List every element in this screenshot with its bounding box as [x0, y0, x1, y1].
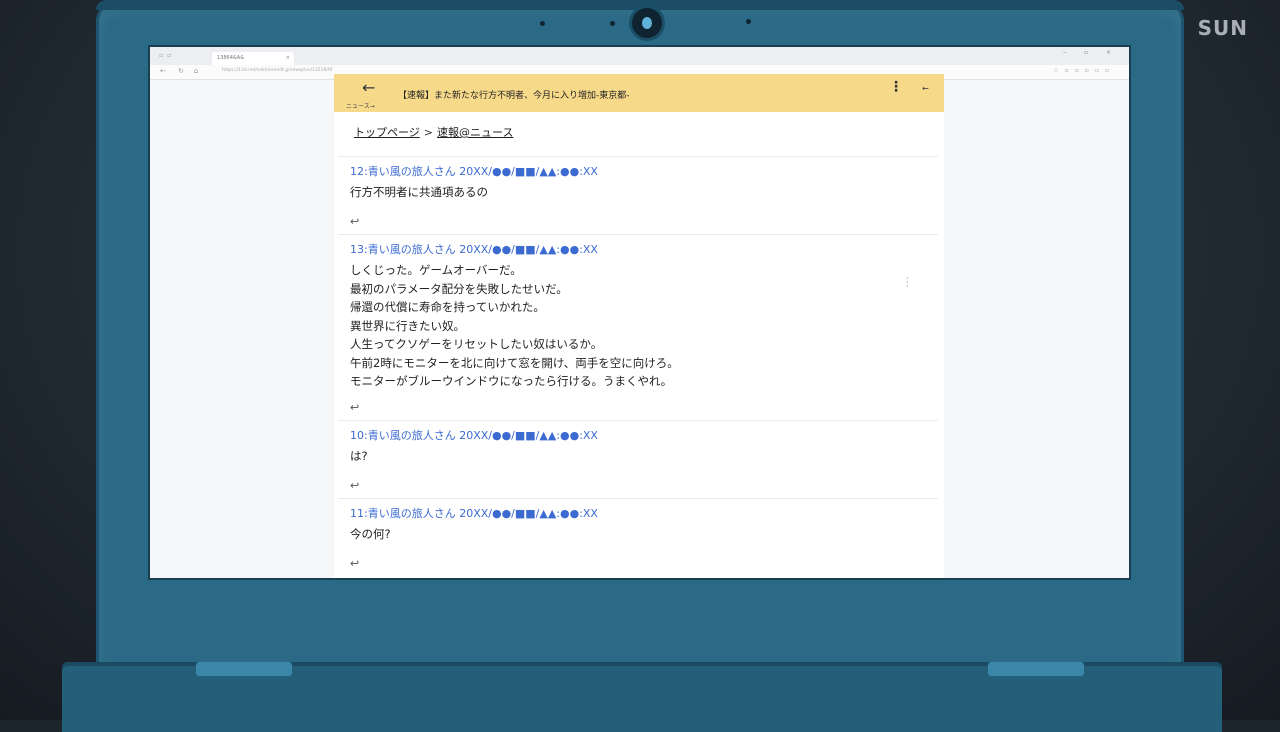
- laptop-screen: ▫▫ 13864&A& × – ▫ × ← ↻ ⌂ https://13d.ne…: [150, 47, 1129, 578]
- webcam-icon: [632, 8, 662, 38]
- background: SUN ▫▫ 13864&A& × – ▫ × ← ↻ ⌂ https://13…: [0, 0, 1280, 732]
- app-header: ← ニュース→ 【速報】また新たな行方不明者、今月に入り増加-東京都- ⋮ ←: [334, 74, 944, 112]
- post-line: 人生ってクソゲーをリセットしたい奴はいるか。: [350, 337, 603, 351]
- back-label[interactable]: ニュース→: [346, 101, 375, 110]
- back-arrow-icon[interactable]: ←: [362, 78, 375, 97]
- post-line: しくじった。ゲームオーバーだ。: [350, 263, 522, 277]
- post-header[interactable]: 13:青い風の旅人さん 20XX/●●/■■/▲▲:●●:XX: [350, 241, 598, 257]
- reload-icon[interactable]: ↻: [178, 67, 184, 75]
- breadcrumb: トップページ > 速報@ニュース: [354, 124, 513, 140]
- post-header[interactable]: 10:青い風の旅人さん 20XX/●●/■■/▲▲:●●:XX: [350, 427, 598, 443]
- breadcrumb-separator: >: [423, 126, 433, 139]
- post-item: 12:青い風の旅人さん 20XX/●●/■■/▲▲:●●:XX 行方不明者に共通…: [338, 156, 938, 236]
- toolbar-extension-icons[interactable]: ☆▫▫▫▫▫: [1053, 67, 1115, 74]
- lid-sensor-dot: [540, 21, 545, 26]
- reply-icon[interactable]: ↩: [350, 215, 359, 228]
- post-body: しくじった。ゲームオーバーだ。 最初のパラメータ配分を失敗したせいだ。 帰還の代…: [350, 261, 679, 391]
- reply-icon[interactable]: ↩: [350, 401, 359, 414]
- home-icon[interactable]: ⌂: [194, 67, 198, 75]
- collapse-arrow-icon[interactable]: ←: [922, 84, 929, 93]
- tab-actions-icons[interactable]: ▫▫: [159, 52, 175, 59]
- post-line: 今の何?: [350, 527, 391, 541]
- post-line: モニターがブルーウインドウになったら行ける。うまくやれ。: [350, 374, 673, 388]
- forum-page: ← ニュース→ 【速報】また新たな行方不明者、今月に入り増加-東京都- ⋮ ← …: [334, 74, 944, 578]
- browser-tab-bar: ▫▫ 13864&A& × – ▫ ×: [150, 47, 1129, 65]
- post-line: 帰還の代償に寿命を持っていかれた。: [350, 300, 545, 314]
- broadcaster-watermark: SUN: [1197, 16, 1248, 40]
- back-icon[interactable]: ←: [160, 67, 166, 75]
- post-body: 行方不明者に共通項あるの: [350, 183, 488, 202]
- post-header[interactable]: 12:青い風の旅人さん 20XX/●●/■■/▲▲:●●:XX: [350, 163, 598, 179]
- reply-icon[interactable]: ↩: [350, 479, 359, 492]
- thread-title: 【速報】また新たな行方不明者、今月に入り増加-東京都-: [398, 91, 630, 101]
- post-line: は?: [350, 449, 368, 463]
- lid-sensor-dot: [746, 19, 751, 24]
- laptop-hinge: [988, 662, 1084, 676]
- breadcrumb-home-link[interactable]: トップページ: [354, 126, 420, 139]
- reply-icon[interactable]: ↩: [350, 557, 359, 570]
- post-line: 最初のパラメータ配分を失敗したせいだ。: [350, 281, 568, 296]
- tab-close-icon[interactable]: ×: [286, 52, 290, 65]
- post-item: 13:青い風の旅人さん 20XX/●●/■■/▲▲:●●:XX しくじった。ゲー…: [338, 234, 938, 422]
- post-line: 行方不明者に共通項あるの: [350, 185, 488, 199]
- tab-title: 13864&A&: [217, 55, 245, 61]
- window-controls[interactable]: – ▫ ×: [1063, 49, 1119, 56]
- post-menu-icon[interactable]: · · ·: [906, 275, 909, 291]
- breadcrumb-current-link[interactable]: 速報@ニュース: [437, 126, 513, 139]
- post-item: 10:青い風の旅人さん 20XX/●●/■■/▲▲:●●:XX は? ↩: [338, 420, 938, 500]
- post-line: 午前2時にモニターを北に向けて窓を開け、両手を空に向けろ。: [350, 355, 679, 370]
- post-body: は?: [350, 447, 368, 466]
- post-body: 今の何?: [350, 525, 391, 544]
- browser-tab[interactable]: 13864&A& ×: [212, 52, 294, 65]
- post-line: 異世界に行きたい奴。: [350, 318, 465, 333]
- address-bar[interactable]: https://13d.net/sokh/ervedt.g/newsplus/1…: [222, 68, 332, 73]
- lid-sensor-dot: [610, 21, 615, 26]
- post-header[interactable]: 11:青い風の旅人さん 20XX/●●/■■/▲▲:●●:XX: [350, 505, 598, 521]
- post-item: 11:青い風の旅人さん 20XX/●●/■■/▲▲:●●:XX 今の何? ↩: [338, 498, 938, 578]
- laptop-hinge: [196, 662, 292, 676]
- more-vert-icon[interactable]: ⋮: [889, 80, 903, 94]
